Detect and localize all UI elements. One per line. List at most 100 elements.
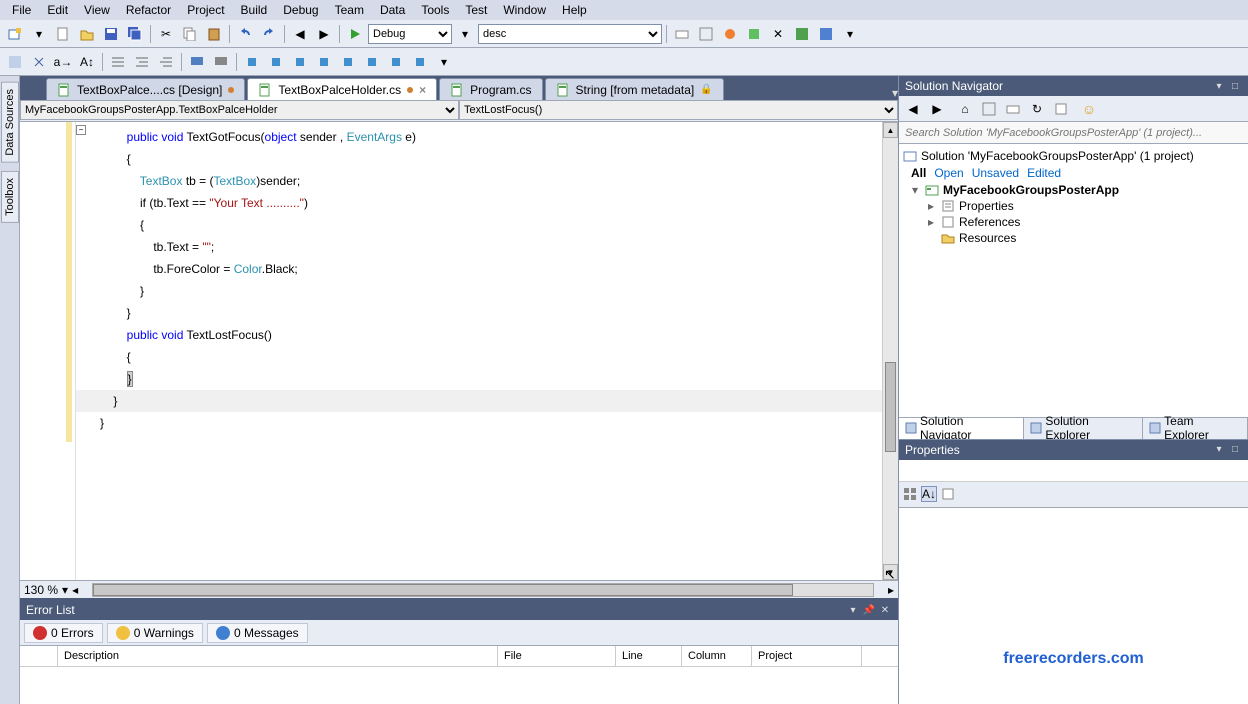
tb-icon-6[interactable] bbox=[791, 23, 813, 45]
properties-grid[interactable]: freerecorders.com bbox=[899, 508, 1248, 704]
col-header[interactable]: File bbox=[498, 646, 616, 666]
t2-15[interactable] bbox=[361, 51, 383, 73]
side-tab-data-sources[interactable]: Data Sources bbox=[1, 82, 19, 163]
open-icon[interactable] bbox=[76, 23, 98, 45]
t2-14[interactable] bbox=[337, 51, 359, 73]
cut-icon[interactable]: ✂ bbox=[155, 23, 177, 45]
sn-showall-icon[interactable] bbox=[1003, 99, 1023, 119]
menu-help[interactable]: Help bbox=[554, 1, 595, 19]
filter-all[interactable]: All bbox=[911, 166, 926, 180]
tb-icon-3[interactable] bbox=[719, 23, 741, 45]
start-debug-icon[interactable] bbox=[344, 23, 366, 45]
filter-unsaved[interactable]: Unsaved bbox=[972, 166, 1019, 180]
doc-tab[interactable]: TextBoxPalceHolder.cs× bbox=[247, 78, 437, 100]
class-select[interactable]: MyFacebookGroupsPosterApp.TextBoxPalceHo… bbox=[20, 100, 459, 120]
tb-icon-5[interactable]: ✕ bbox=[767, 23, 789, 45]
tb-icon-4[interactable] bbox=[743, 23, 765, 45]
t2-16[interactable] bbox=[385, 51, 407, 73]
bookmark-icon[interactable] bbox=[241, 51, 263, 73]
sn-maximize-icon[interactable]: □ bbox=[1228, 79, 1242, 93]
tb-icon-1[interactable] bbox=[671, 23, 693, 45]
t2-7[interactable] bbox=[155, 51, 177, 73]
expander-icon[interactable]: ▸ bbox=[925, 199, 937, 213]
t2-11[interactable] bbox=[265, 51, 287, 73]
nav-fwd-icon[interactable]: ▶ bbox=[313, 23, 335, 45]
side-tab-toolbox[interactable]: Toolbox bbox=[1, 171, 19, 223]
solution-tree[interactable]: Solution 'MyFacebookGroupsPosterApp' (1 … bbox=[899, 144, 1248, 417]
t2-3[interactable]: a→ bbox=[52, 51, 74, 73]
t2-13[interactable] bbox=[313, 51, 335, 73]
t2-2[interactable] bbox=[28, 51, 50, 73]
doc-tab[interactable]: Program.cs bbox=[439, 78, 542, 100]
zoom-level[interactable]: 130 % bbox=[24, 583, 58, 597]
zoom-dropdown-icon[interactable]: ▾ bbox=[62, 583, 68, 597]
tree-node[interactable]: ▸Properties bbox=[903, 198, 1244, 214]
t2-1[interactable] bbox=[4, 51, 26, 73]
scroll-up-icon[interactable]: ▲ bbox=[883, 122, 898, 138]
expander-icon[interactable]: ▸ bbox=[925, 215, 937, 229]
add-item-icon[interactable]: ▾ bbox=[28, 23, 50, 45]
t2-12[interactable] bbox=[289, 51, 311, 73]
copy-icon[interactable] bbox=[179, 23, 201, 45]
props-pages-icon[interactable] bbox=[941, 487, 955, 501]
expander-icon[interactable]: ▾ bbox=[909, 183, 921, 197]
paste-icon[interactable] bbox=[203, 23, 225, 45]
vertical-scrollbar[interactable]: ▲ ▼ bbox=[882, 122, 898, 580]
col-header[interactable]: Column bbox=[682, 646, 752, 666]
panel-tab[interactable]: Solution Explorer bbox=[1024, 418, 1143, 439]
toolbar-overflow-icon[interactable]: ▾ bbox=[433, 51, 455, 73]
menu-window[interactable]: Window bbox=[495, 1, 554, 19]
filter-err[interactable]: 0 Errors bbox=[24, 623, 103, 643]
redo-icon[interactable] bbox=[258, 23, 280, 45]
indent-icon[interactable] bbox=[107, 51, 129, 73]
find-select[interactable]: desc bbox=[478, 24, 662, 44]
menu-tools[interactable]: Tools bbox=[413, 1, 457, 19]
code-text[interactable]: public void TextGotFocus(object sender ,… bbox=[76, 122, 882, 580]
props-maximize-icon[interactable]: □ bbox=[1228, 443, 1242, 457]
sn-fwd-icon[interactable]: ▶ bbox=[927, 99, 947, 119]
col-header[interactable]: Project bbox=[752, 646, 862, 666]
tree-node[interactable]: Resources bbox=[903, 230, 1244, 246]
solution-search-input[interactable] bbox=[899, 122, 1248, 143]
member-select[interactable]: TextLostFocus() bbox=[459, 100, 898, 120]
doc-tab[interactable]: TextBoxPalce....cs [Design] bbox=[46, 78, 245, 100]
menu-view[interactable]: View bbox=[76, 1, 118, 19]
comment-icon[interactable] bbox=[186, 51, 208, 73]
menu-project[interactable]: Project bbox=[179, 1, 232, 19]
sn-back-icon[interactable]: ◀ bbox=[903, 99, 923, 119]
tab-close-icon[interactable]: × bbox=[419, 83, 426, 97]
props-sort-icon[interactable]: A↓ bbox=[921, 486, 937, 502]
col-header[interactable]: Description bbox=[58, 646, 498, 666]
sn-menu-icon[interactable]: ▾ bbox=[1212, 79, 1226, 93]
undo-icon[interactable] bbox=[234, 23, 256, 45]
filter-msg[interactable]: 0 Messages bbox=[207, 623, 308, 643]
h-scroll-left[interactable]: ◂ bbox=[72, 583, 78, 597]
filter-edited[interactable]: Edited bbox=[1027, 166, 1061, 180]
save-all-icon[interactable] bbox=[124, 23, 146, 45]
filter-open[interactable]: Open bbox=[934, 166, 963, 180]
tb-icon-7[interactable] bbox=[815, 23, 837, 45]
code-editor[interactable]: − public void TextGotFocus(object sender… bbox=[20, 122, 898, 580]
outdent-icon[interactable] bbox=[131, 51, 153, 73]
menu-build[interactable]: Build bbox=[233, 1, 276, 19]
tb-icon-2[interactable] bbox=[695, 23, 717, 45]
doc-tab[interactable]: String [from metadata]🔒 bbox=[545, 78, 724, 100]
t2-4[interactable]: A↕ bbox=[76, 51, 98, 73]
t2-17[interactable] bbox=[409, 51, 431, 73]
scroll-thumb[interactable] bbox=[885, 362, 896, 452]
tree-node[interactable]: ▾MyFacebookGroupsPosterApp bbox=[903, 182, 1244, 198]
solution-search[interactable] bbox=[899, 122, 1248, 144]
props-cat-icon[interactable] bbox=[903, 487, 917, 501]
panel-menu-icon[interactable]: ▾ bbox=[846, 603, 860, 617]
new-project-icon[interactable] bbox=[4, 23, 26, 45]
menu-debug[interactable]: Debug bbox=[275, 1, 326, 19]
panel-tab[interactable]: Team Explorer bbox=[1143, 418, 1248, 439]
sn-home-icon[interactable]: ⌂ bbox=[955, 99, 975, 119]
sn-smiley-icon[interactable]: ☺ bbox=[1079, 99, 1099, 119]
platform-icon[interactable]: ▾ bbox=[454, 23, 476, 45]
col-header[interactable] bbox=[20, 646, 58, 666]
panel-tab[interactable]: Solution Navigator bbox=[899, 418, 1024, 439]
sn-props-icon[interactable] bbox=[1051, 99, 1071, 119]
sn-collapse-icon[interactable] bbox=[979, 99, 999, 119]
filter-warn[interactable]: 0 Warnings bbox=[107, 623, 203, 643]
